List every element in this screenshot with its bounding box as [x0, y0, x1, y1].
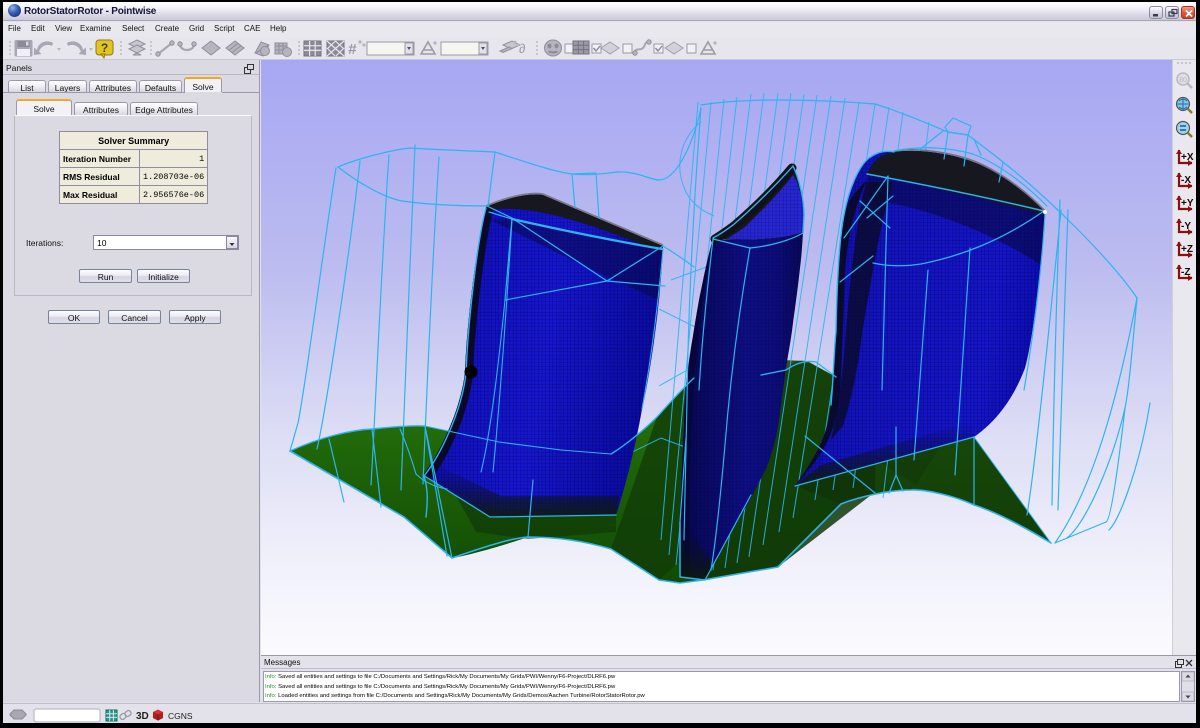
svg-text:+X: +X: [1181, 152, 1194, 163]
svg-text:CGNS: CGNS: [168, 711, 193, 721]
svg-text:-Z: -Z: [1181, 267, 1190, 278]
svg-text:?: ?: [101, 41, 108, 55]
svg-text:-X: -X: [1181, 175, 1191, 186]
svg-text:∂: ∂: [519, 41, 525, 56]
svg-text:80: 80: [1179, 77, 1187, 84]
svg-text:3D: 3D: [136, 711, 149, 722]
svg-text:#: #: [348, 41, 357, 58]
svg-text:-Y: -Y: [1181, 221, 1191, 232]
svg-text:+Z: +Z: [1181, 244, 1193, 255]
svg-text:+Y: +Y: [1181, 198, 1194, 209]
